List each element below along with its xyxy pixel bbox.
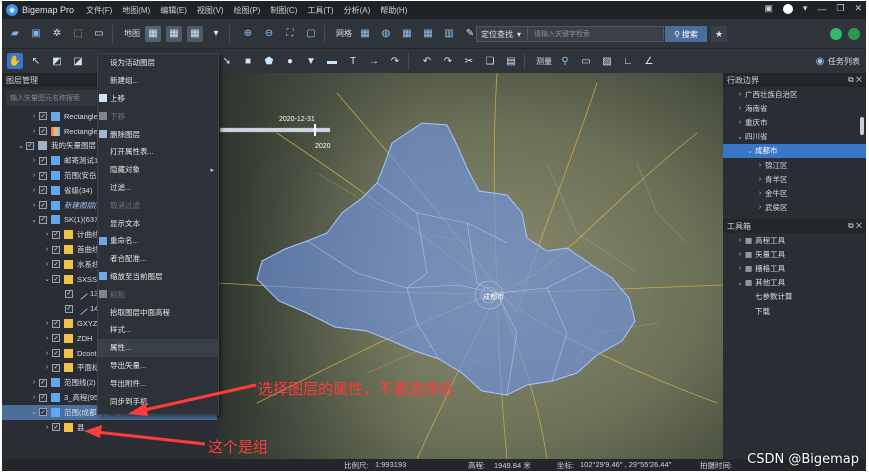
annotation-arrowhead-2 <box>84 425 102 438</box>
annotation-note-2: 这个是组 <box>208 438 269 456</box>
annotation-note-1: 选择图层的属性，不要选择组 <box>258 380 454 398</box>
screenshot-frame: ◉ Bigemap Pro 文件(F) 地图(M) 编辑(E) 视图(V) 绘图… <box>0 0 869 475</box>
watermark: CSDN @Bigemap <box>747 452 859 467</box>
annotation-arrow-2 <box>95 430 206 446</box>
annotation-layer <box>84 383 257 446</box>
annotation-arrowhead-1 <box>128 403 148 416</box>
annotation-arrow-1 <box>139 383 257 413</box>
